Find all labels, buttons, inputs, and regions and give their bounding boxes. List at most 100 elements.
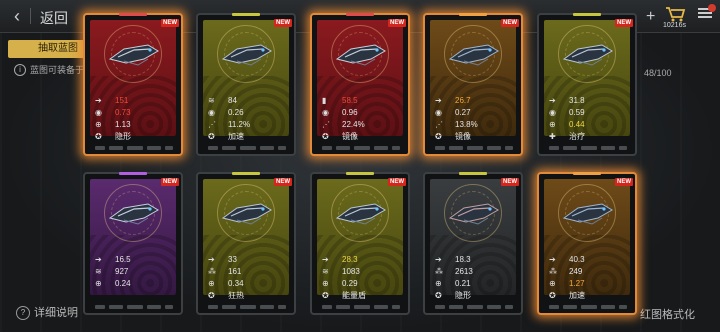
back-arrow-icon[interactable]: ‹ <box>8 6 26 26</box>
spread-icon: ⋰ <box>208 120 216 129</box>
stat-value: 镜像 <box>455 132 471 141</box>
blueprint-card[interactable]: NEW ➔ 26.7 ◉ 0.27 ⋰ 13.8% ✪ 镜像 <box>423 13 523 156</box>
rarity-tick <box>232 13 260 16</box>
wave-icon: ≋ <box>95 267 102 276</box>
stat-row: ➔ 151 <box>95 95 175 107</box>
blueprint-card[interactable]: NEW ➔ 40.3 ⁂ 249 ⊕ 1.27 ✪ 加速 <box>537 172 637 315</box>
stat-value: 0.96 <box>342 108 358 117</box>
skill-icon: ✪ <box>322 291 329 300</box>
stat-value: 狂热 <box>228 291 244 300</box>
page-count: 48/100 <box>644 68 672 78</box>
blueprint-card[interactable]: NEW ➔ 31.8 ◉ 0.59 ⊕ 0.44 ✚ 治疗 <box>537 13 637 156</box>
heal-icon: ✚ <box>549 132 556 141</box>
help-button[interactable]: ? 详细说明 <box>0 304 78 324</box>
cluster-icon: ⁂ <box>435 267 443 276</box>
stat-row: ➔ 26.7 <box>435 95 515 107</box>
info-icon: i <box>14 64 26 76</box>
stat-row: ➔ 28.3 <box>322 254 402 266</box>
stat-value: 84 <box>228 96 237 105</box>
stat-value: 0.34 <box>228 279 244 288</box>
stat-list: ➔ 151 ◉ 0.73 ⊕ 1.13 ✪ 隐形 <box>95 95 175 143</box>
stat-row: ➔ 18.3 <box>435 254 515 266</box>
card-footer <box>318 142 402 150</box>
stat-value: 927 <box>115 267 129 276</box>
stat-row: ⊕ 0.29 <box>322 278 402 290</box>
blueprint-card[interactable]: NEW ➔ 151 ◉ 0.73 ⊕ 1.13 ✪ 隐形 <box>83 13 183 156</box>
crosshair-icon: ⊕ <box>435 279 442 288</box>
crosshair-icon: ⊕ <box>208 279 215 288</box>
arrow-icon: ➔ <box>549 255 556 264</box>
arrow-icon: ➔ <box>95 96 102 105</box>
gunship-icon <box>335 203 386 225</box>
crosshair-icon: ⊕ <box>95 279 102 288</box>
arrow-icon: ➔ <box>549 96 556 105</box>
stat-row: ◉ 0.73 <box>95 107 175 119</box>
target-icon: ◉ <box>95 108 102 117</box>
stat-list: ➔ 40.3 ⁂ 249 ⊕ 1.27 ✪ 加速 <box>549 254 629 302</box>
blueprint-card[interactable]: NEW ➔ 33 ⁂ 161 ⊕ 0.34 ✪ 狂热 <box>196 172 296 315</box>
stat-row: ✚ 治疗 <box>549 131 629 143</box>
new-badge: NEW <box>274 19 292 27</box>
blueprint-card[interactable]: NEW ≋ 84 ◉ 0.26 ⋰ 11.2% ✪ 加速 <box>196 13 296 156</box>
card-footer <box>204 142 288 150</box>
rarity-tick <box>573 172 601 175</box>
card-footer <box>91 142 175 150</box>
skill-icon: ✪ <box>435 291 442 300</box>
stat-value: 58.5 <box>342 96 358 105</box>
stat-value: 0.73 <box>115 108 131 117</box>
stat-value: 镜像 <box>342 132 358 141</box>
notification-dot-icon <box>708 4 716 12</box>
divider <box>30 8 31 24</box>
crosshair-icon: ⊕ <box>95 120 102 129</box>
stat-list: ▮ 58.5 ◉ 0.96 ⋰ 22.4% ✪ 镜像 <box>322 95 402 143</box>
stat-value: 能量盾 <box>342 291 366 300</box>
stat-value: 11.2% <box>228 120 251 129</box>
skill-icon: ✪ <box>322 132 329 141</box>
add-icon[interactable]: + <box>646 8 655 26</box>
stat-row: ▮ 58.5 <box>322 95 402 107</box>
stat-row: ◉ 0.26 <box>208 107 288 119</box>
stat-row: ≋ 1083 <box>322 266 402 278</box>
arrow-icon: ➔ <box>322 255 329 264</box>
back-button[interactable]: 返回 <box>40 8 68 28</box>
stat-list: ➔ 26.7 ◉ 0.27 ⋰ 13.8% ✪ 镜像 <box>435 95 515 143</box>
card-footer <box>91 301 175 309</box>
new-badge: NEW <box>615 178 633 186</box>
crosshair-icon: ⊕ <box>322 279 329 288</box>
stat-list: ➔ 16.5 ≋ 927 ⊕ 0.24 <box>95 254 175 290</box>
stat-row: ≋ 84 <box>208 95 288 107</box>
cart-count: 10216s <box>663 22 686 29</box>
stat-row: ⊕ 1.27 <box>549 278 629 290</box>
stat-value: 0.59 <box>569 108 585 117</box>
stat-value: 2613 <box>455 267 473 276</box>
stat-row: ◉ 0.59 <box>549 107 629 119</box>
format-button[interactable]: 红图格式化 <box>640 306 695 322</box>
stat-value: 1.27 <box>569 279 585 288</box>
stat-value: 33 <box>228 255 237 264</box>
fighter-icon <box>108 203 159 225</box>
stat-value: 40.3 <box>569 255 585 264</box>
stat-value: 加速 <box>569 291 585 300</box>
blueprint-card[interactable]: NEW ➔ 18.3 ⁂ 2613 ⊕ 0.21 ✪ 隐形 <box>423 172 523 315</box>
stat-row: ⋰ 13.8% <box>435 119 515 131</box>
tab-draw-blueprint[interactable]: 抽取蓝图 <box>8 40 88 58</box>
stat-row: ⊕ 0.24 <box>95 278 175 290</box>
drone-icon <box>448 44 499 66</box>
spread-icon: ⋰ <box>322 120 330 129</box>
stat-row: ✪ 隐形 <box>95 131 175 143</box>
wave-icon: ≋ <box>208 96 215 105</box>
blueprint-card[interactable]: NEW ➔ 16.5 ≋ 927 ⊕ 0.24 <box>83 172 183 315</box>
card-footer <box>545 301 629 309</box>
stat-row: ✪ 能量盾 <box>322 290 402 302</box>
blueprint-card[interactable]: NEW ▮ 58.5 ◉ 0.96 ⋰ 22.4% ✪ 镜像 <box>310 13 410 156</box>
new-badge: NEW <box>161 19 179 27</box>
blueprint-card[interactable]: NEW ➔ 28.3 ≋ 1083 ⊕ 0.29 ✪ 能量盾 <box>310 172 410 315</box>
arrow-icon: ➔ <box>208 255 215 264</box>
stat-value: 26.7 <box>455 96 471 105</box>
stat-row: ✪ 隐形 <box>435 290 515 302</box>
card-footer <box>431 142 515 150</box>
stat-value: 0.26 <box>228 108 244 117</box>
stat-value: 0.27 <box>455 108 471 117</box>
target-icon: ◉ <box>549 108 556 117</box>
stat-row: ⊕ 1.13 <box>95 119 175 131</box>
